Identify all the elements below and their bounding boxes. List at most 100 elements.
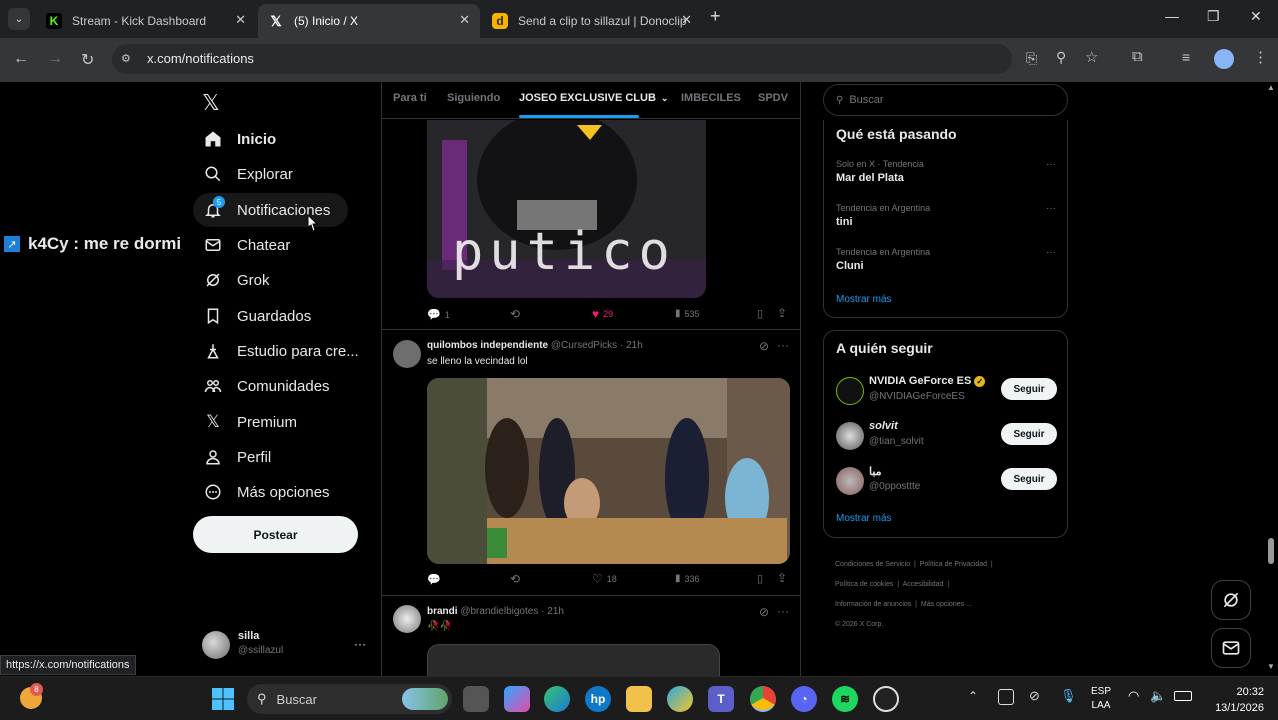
footer-link[interactable]: Más opciones ... [921,601,972,608]
close-icon[interactable]: ✕ [235,12,246,28]
clock[interactable]: 20:32 13/1/2026 [1208,684,1264,716]
nav-communities[interactable]: Comunidades [193,369,340,403]
nav-notifications[interactable]: 5 Notificaciones [193,193,348,227]
nav-more[interactable]: Más opciones [193,475,340,509]
author-handle[interactable]: @brandielbigotes [460,606,538,617]
grok-post-icon[interactable]: ⊘ [759,339,769,353]
post-time[interactable]: · 21h [541,606,564,617]
repost-button[interactable]: ⟲ [510,572,520,586]
copilot-icon[interactable] [504,686,530,712]
tab-para-ti[interactable]: Para ti [393,92,427,104]
trend-more-icon[interactable]: ··· [1046,247,1056,258]
tab-imbeciles[interactable]: IMBECILES [681,92,741,104]
share-button[interactable]: ⇪ [777,571,787,585]
follow-button[interactable]: Seguir [1001,468,1057,490]
show-more-link[interactable]: Mostrar más [836,294,892,305]
messages-float-button[interactable] [1211,628,1251,668]
post-time[interactable]: · 21h [620,340,643,351]
battery-icon[interactable] [1174,691,1192,701]
post-image[interactable] [427,644,720,676]
nav-explore[interactable]: Explorar [193,157,303,191]
author-handle[interactable]: @CursedPicks [551,340,617,351]
url-text[interactable]: x.com/notifications [147,51,254,66]
bookmark-button[interactable]: ▯ [757,307,763,320]
tab-siguiendo[interactable]: Siguiendo [447,92,500,104]
minimize-icon[interactable]: — [1165,8,1179,24]
tab-search-button[interactable]: ⌄ [8,8,30,30]
account-switcher[interactable]: silla @ssillazul ··· [200,627,372,667]
language-indicator[interactable]: ESP LAA [1091,685,1111,713]
hp-icon[interactable]: hp [585,686,611,712]
forward-icon[interactable]: → [47,50,63,68]
post-image[interactable]: putico [427,120,706,298]
nav-bookmarks[interactable]: Guardados [193,299,321,333]
follow-avatar[interactable] [836,467,864,495]
post-image[interactable] [427,378,790,564]
follow-name[interactable]: solvit [869,420,898,432]
trend-more-icon[interactable]: ··· [1046,159,1056,170]
reply-button[interactable]: 💬 1 [427,308,450,321]
author-name[interactable]: brandi [427,606,458,617]
window-close-icon[interactable]: ✕ [1250,8,1262,25]
close-icon[interactable]: ✕ [459,12,470,28]
trend-item[interactable]: Solo en X · Tendencia Mar del Plata ··· [836,159,1056,184]
post-more-icon[interactable]: ··· [777,338,789,352]
trend-more-icon[interactable]: ··· [1046,203,1056,214]
nav-studio[interactable]: Estudio para cre... [193,334,369,368]
nav-home[interactable]: Inicio [193,122,286,156]
x-logo-icon[interactable]: 𝕏 [202,90,220,116]
wifi-icon[interactable]: ◠ [1128,688,1139,704]
helper-app-icon[interactable] [667,686,693,712]
post-button[interactable]: Postear [193,516,358,553]
tray-app-icon[interactable] [998,689,1014,705]
spotify-icon[interactable]: ≋ [832,686,858,712]
microphone-icon[interactable]: 🎙 [1060,688,1077,704]
like-button[interactable]: ♡ 18 [592,572,617,586]
repost-button[interactable]: ⟲ [510,307,520,321]
reload-icon[interactable]: ↻ [81,50,94,70]
scrollbar-up-arrow[interactable]: ▲ [1267,83,1275,92]
tray-muted-icon[interactable]: ⊘ [1029,688,1040,704]
obs-icon[interactable] [873,686,899,712]
file-explorer-icon[interactable] [626,686,652,712]
footer-link[interactable]: Condiciones de Servicio [835,561,910,568]
taskbar-search[interactable]: ⚲ Buscar [247,684,452,714]
post-avatar[interactable] [393,340,421,368]
edge-icon[interactable] [544,686,570,712]
tab-kick[interactable]: K Stream - Kick Dashboard ✕ [36,4,256,38]
extensions-icon[interactable]: ⧉ [1132,48,1143,65]
reply-button[interactable]: 💬 [427,573,441,586]
follow-name[interactable]: NVIDIA GeForce ES ✓ [869,375,986,387]
trend-item[interactable]: Tendencia en Argentina tini ··· [836,203,1056,228]
back-icon[interactable]: ← [13,50,29,68]
scrollbar-thumb[interactable] [1268,538,1274,564]
menu-icon[interactable]: ⋮ [1253,48,1268,66]
nav-profile[interactable]: Perfil [193,440,281,474]
grok-float-button[interactable] [1211,580,1251,620]
volume-icon[interactable]: 🔈 [1150,688,1166,704]
nav-premium[interactable]: 𝕏 Premium [193,405,307,439]
trend-item[interactable]: Tendencia en Argentina Cluni ··· [836,247,1056,272]
profile-avatar-icon[interactable] [1214,49,1234,69]
nav-grok[interactable]: Grok [193,263,280,297]
views-button[interactable]: ▮ 336 [675,573,700,584]
tab-x[interactable]: 𝕏 (5) Inicio / X ✕ [258,4,480,38]
grok-post-icon[interactable]: ⊘ [759,605,769,619]
share-button[interactable]: ⇪ [777,306,787,320]
footer-link[interactable]: Accesibilidad [903,581,944,588]
like-button[interactable]: ♥ 29 [592,307,613,321]
tab-donoclip[interactable]: d Send a clip to sillazul | Donoclip ✕ [482,4,702,38]
media-control-icon[interactable]: ≡ [1182,49,1190,65]
tab-joseo-exclusive-club[interactable]: JOSEO EXCLUSIVE CLUB ⌄ [519,92,668,104]
scrollbar-down-arrow[interactable]: ▼ [1267,662,1275,671]
post-avatar[interactable] [393,605,421,633]
close-icon[interactable]: ✕ [681,12,692,28]
restore-icon[interactable]: ❐ [1207,8,1220,25]
scrollbar-track[interactable] [1266,82,1278,676]
bookmark-button[interactable]: ▯ [757,572,763,585]
start-button[interactable] [211,687,235,711]
tab-spdv[interactable]: SPDV [758,92,788,104]
follow-button[interactable]: Seguir [1001,423,1057,445]
show-more-link[interactable]: Mostrar más [836,513,892,524]
install-app-icon[interactable]: ⎘ [1026,50,1037,67]
